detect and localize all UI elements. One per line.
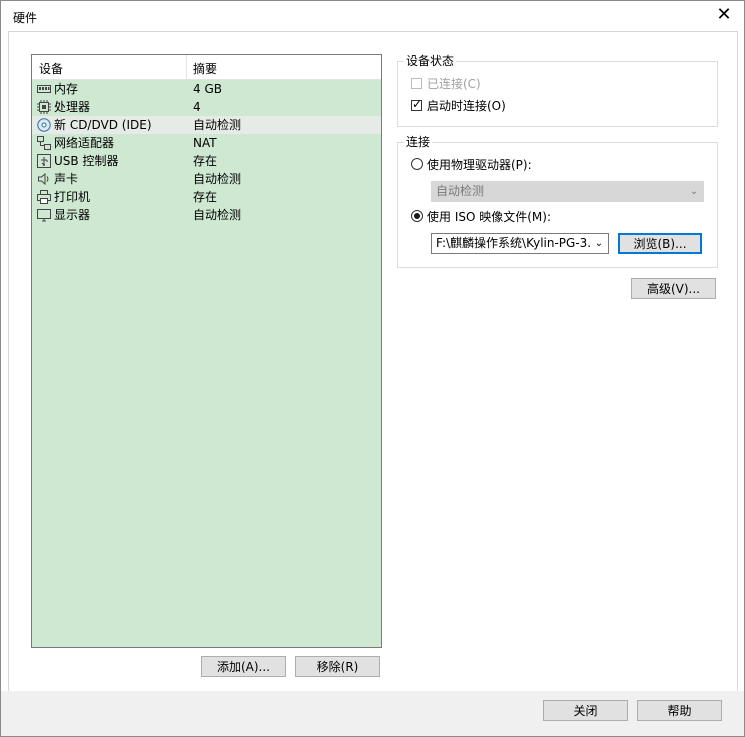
network-adapter-icon (37, 136, 51, 150)
list-body: 内存 4 GB 处理器 4 新 CD/DVD (IDE) 自动检测 网络适配器 … (32, 80, 381, 224)
physical-drive-label: 使用物理驱动器(P): (427, 158, 532, 172)
column-header-device[interactable]: 设备 (39, 60, 63, 77)
connected-label: 已连接(C) (427, 77, 481, 91)
remove-device-button[interactable]: 移除(R) (295, 656, 380, 677)
iso-path-combo[interactable]: F:\麒麟操作系统\Kylin-PG-3.1 ⌄ (431, 233, 609, 254)
sound-icon (38, 172, 49, 186)
radio-selected-dot (414, 213, 420, 219)
connect-at-power-on-box[interactable]: ✓ (411, 97, 423, 111)
device-name: 声卡 (54, 172, 79, 186)
dialog-content: 设备 摘要 内存 4 GB 处理器 4 新 CD/DVD (IDE) 自动检测 … (8, 31, 738, 693)
connect-at-power-on-label: 启动时连接(O) (427, 99, 506, 113)
device-name: 打印机 (54, 190, 91, 204)
device-summary: 4 GB (193, 82, 222, 96)
device-status-title: 设备状态 (404, 54, 457, 68)
memory-icon (37, 85, 51, 93)
device-row-usb-controller[interactable]: USB 控制器 存在 (32, 152, 381, 170)
usb-icon (37, 154, 51, 168)
device-row-sound-card[interactable]: 声卡 自动检测 (32, 170, 381, 188)
iso-image-radio-button[interactable] (411, 210, 423, 222)
dialog-title: 硬件 (13, 11, 38, 25)
chevron-down-icon: ⌄ (689, 186, 699, 197)
connection-group: 连接 使用物理驱动器(P): 自动检测 ⌄ 使用 ISO 映像文件(M): F:… (397, 135, 718, 268)
title-bar: 硬件 ✕ (1, 1, 744, 31)
physical-drive-select[interactable]: 自动检测 ⌄ (431, 181, 704, 202)
help-button[interactable]: 帮助 (637, 700, 722, 721)
browse-button[interactable]: 浏览(B)... (618, 233, 702, 254)
device-row-cd-dvd[interactable]: 新 CD/DVD (IDE) 自动检测 (32, 116, 381, 134)
advanced-button[interactable]: 高级(V)... (631, 278, 716, 299)
list-header: 设备 摘要 (32, 55, 381, 80)
cd-dvd-icon (37, 118, 51, 132)
display-icon (37, 209, 51, 222)
device-name: 显示器 (54, 208, 91, 222)
dialog-footer: 关闭 帮助 (1, 691, 744, 736)
device-name: 内存 (54, 82, 79, 96)
column-header-summary[interactable]: 摘要 (193, 60, 217, 77)
device-name: 处理器 (54, 100, 91, 114)
iso-image-label: 使用 ISO 映像文件(M): (427, 210, 551, 224)
check-mark-icon: ✓ (412, 97, 423, 111)
device-row-memory[interactable]: 内存 4 GB (32, 80, 381, 98)
chevron-down-icon: ⌄ (594, 238, 604, 249)
hardware-dialog: 硬件 ✕ 设备 摘要 内存 4 GB 处理器 4 新 CD/DVD (IDE) … (0, 0, 745, 737)
device-name: 网络适配器 (54, 136, 115, 150)
close-button[interactable]: 关闭 (543, 700, 628, 721)
device-summary: 自动检测 (193, 172, 242, 186)
physical-drive-value: 自动检测 (436, 184, 485, 198)
physical-drive-radio-button[interactable] (411, 158, 423, 170)
processor-icon (37, 100, 51, 114)
device-summary: 自动检测 (193, 208, 242, 222)
device-list[interactable]: 设备 摘要 内存 4 GB 处理器 4 新 CD/DVD (IDE) 自动检测 … (31, 54, 382, 648)
device-name: USB 控制器 (54, 154, 119, 168)
close-icon[interactable]: ✕ (714, 5, 734, 25)
device-row-printer[interactable]: 打印机 存在 (32, 188, 381, 206)
device-name: 新 CD/DVD (IDE) (54, 118, 152, 132)
device-summary: 存在 (193, 154, 218, 168)
device-status-group: 设备状态 已连接(C) ✓ 启动时连接(O) (397, 54, 718, 127)
connected-checkbox-box[interactable] (411, 78, 422, 89)
device-summary: NAT (193, 136, 217, 150)
device-row-network-adapter[interactable]: 网络适配器 NAT (32, 134, 381, 152)
device-summary: 4 (193, 100, 201, 114)
device-row-processor[interactable]: 处理器 4 (32, 98, 381, 116)
iso-path-value: F:\麒麟操作系统\Kylin-PG-3.1 (436, 236, 590, 250)
column-separator[interactable] (186, 55, 187, 79)
device-summary: 自动检测 (193, 118, 242, 132)
printer-icon (37, 190, 51, 204)
device-summary: 存在 (193, 190, 218, 204)
add-device-button[interactable]: 添加(A)... (201, 656, 286, 677)
device-row-display[interactable]: 显示器 自动检测 (32, 206, 381, 224)
connection-title: 连接 (404, 135, 433, 149)
